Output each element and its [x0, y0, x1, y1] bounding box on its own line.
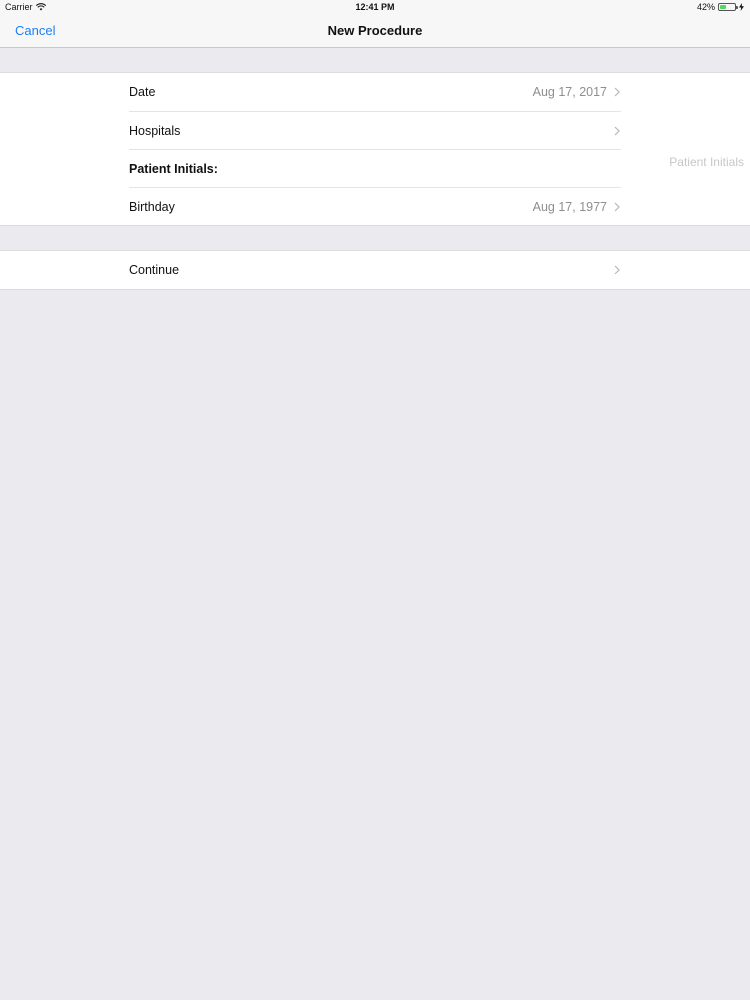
continue-row[interactable]: Continue [129, 251, 621, 289]
battery-percent: 42% [696, 2, 715, 12]
navigation-bar: Cancel New Procedure [0, 15, 750, 48]
chevron-right-icon [614, 87, 620, 97]
patient-initials-input[interactable] [630, 155, 744, 169]
date-label: Date [129, 85, 156, 99]
chevron-right-icon [614, 202, 620, 211]
chevron-right-icon [614, 126, 620, 135]
continue-label: Continue [129, 263, 180, 277]
page-title: New Procedure [327, 23, 423, 38]
battery-indicator: 42% [697, 2, 744, 12]
status-time: 12:41 PM [355, 2, 395, 12]
patient-initials-label: Patient Initials: [129, 161, 218, 176]
procedure-form-section: Date Aug 17, 2017 Hospitals Patient Init… [0, 72, 750, 226]
chevron-right-icon [614, 265, 620, 275]
birthday-value: Aug 17, 1977 [532, 199, 607, 214]
battery-icon [718, 3, 738, 11]
hospitals-row[interactable]: Hospitals [129, 111, 621, 149]
birthday-row[interactable]: Birthday Aug 17, 1977 [129, 187, 621, 225]
charging-bolt-icon [739, 3, 744, 11]
birthday-label: Birthday [129, 199, 175, 214]
battery-fill [720, 5, 726, 9]
patient-initials-row: Patient Initials: [129, 149, 621, 187]
hospitals-label: Hospitals [129, 123, 181, 138]
date-value: Aug 17, 2017 [532, 85, 607, 99]
status-bar: Carrier 12:41 PM 42% [0, 0, 750, 15]
date-row[interactable]: Date Aug 17, 2017 [129, 73, 621, 111]
continue-section: Continue [0, 250, 750, 290]
